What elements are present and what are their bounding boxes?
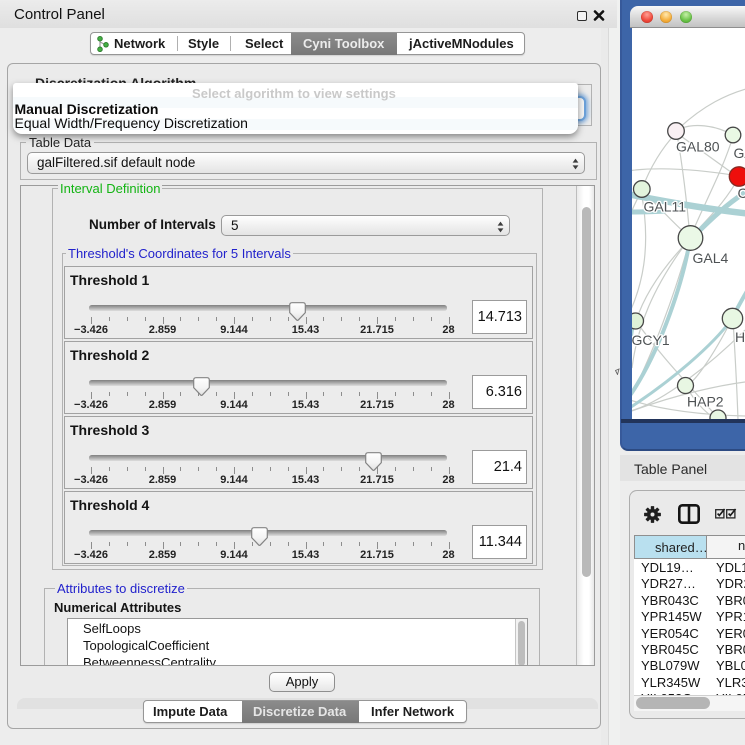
svg-text:GAL80: GAL80 [676, 139, 720, 155]
svg-text:HAP2: HAP2 [687, 394, 724, 410]
svg-text:C: C [738, 185, 745, 201]
svg-text:H: H [735, 329, 745, 345]
svg-text:GAL11: GAL11 [644, 199, 687, 215]
svg-text:GA: GA [734, 145, 745, 161]
svg-text:GAL4: GAL4 [693, 250, 729, 266]
svg-text:GCY1: GCY1 [632, 332, 670, 348]
